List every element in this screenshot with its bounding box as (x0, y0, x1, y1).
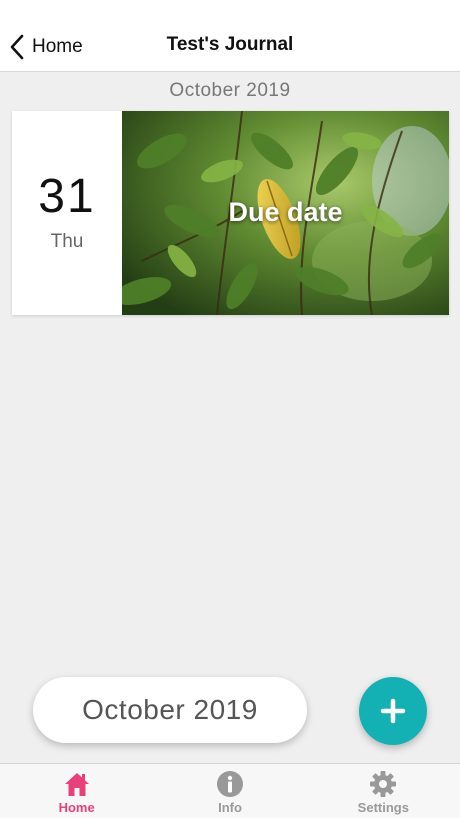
tab-home-label: Home (58, 800, 95, 815)
tab-settings[interactable]: Settings (307, 764, 460, 818)
info-icon (216, 771, 243, 797)
gear-icon (370, 771, 397, 797)
home-icon (64, 773, 89, 796)
tab-settings-label: Settings (357, 800, 409, 815)
month-selector-button[interactable]: October 2019 (33, 677, 307, 743)
tab-home[interactable]: Home (0, 764, 153, 818)
entry-weekday: Thu (50, 231, 84, 252)
journal-entry-card[interactable]: 31 Thu Due date (12, 111, 449, 315)
add-entry-button[interactable] (359, 677, 427, 745)
tab-info[interactable]: Info (153, 764, 306, 818)
entry-photo: Due date (122, 111, 449, 315)
tab-bar: Home Info Settings (0, 763, 460, 818)
month-selector-label: October 2019 (82, 694, 258, 725)
entry-day-number: 31 (38, 170, 96, 223)
section-header: October 2019 (169, 80, 291, 101)
entry-date-box: 31 Thu (12, 111, 122, 315)
page-title: Test's Journal (166, 34, 294, 55)
navigation-bar: Home Test's Journal (0, 0, 460, 72)
journal-screen: Home Test's Journal October 2019 31 Thu (0, 0, 460, 818)
tab-info-label: Info (218, 800, 242, 815)
entry-caption: Due date (228, 197, 343, 227)
plus-icon (380, 698, 406, 724)
